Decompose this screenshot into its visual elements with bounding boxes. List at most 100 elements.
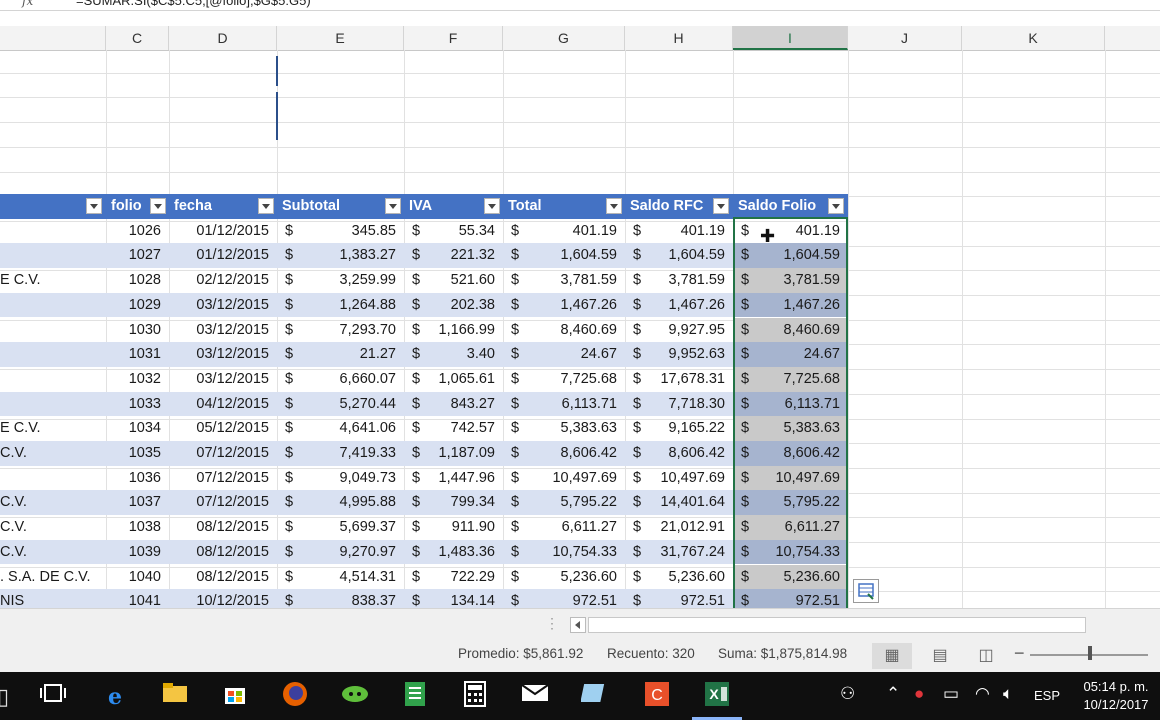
cell-name[interactable] xyxy=(0,392,106,417)
cell-total[interactable]: 1,467.26 xyxy=(503,293,625,318)
zoom-out-icon[interactable]: − xyxy=(1014,643,1025,664)
clock[interactable]: 05:14 p. m. 10/12/2017 xyxy=(1076,678,1156,714)
cell-total[interactable]: 8,460.69 xyxy=(503,318,625,343)
cloud-app-icon[interactable] xyxy=(338,680,372,714)
column-header-j[interactable]: J xyxy=(848,26,962,50)
cell-total[interactable]: 1,604.59 xyxy=(503,243,625,268)
cell-fecha[interactable]: 08/12/2015 xyxy=(169,540,277,565)
table-row[interactable]: 1030 03/12/2015 $7,293.70 $1,166.99 $8,460.6… xyxy=(0,317,848,343)
cell-saldo-rfc[interactable]: 8,606.42 xyxy=(625,441,733,466)
table-row[interactable]: 1031 03/12/2015 $21.27 $3.40 $24.67 $9,952.63… xyxy=(0,342,848,367)
cell-name[interactable]: . S.A. DE C.V. xyxy=(0,565,106,590)
cell-subtotal[interactable]: 9,270.97 xyxy=(277,540,404,565)
cell-fecha[interactable]: 08/12/2015 xyxy=(169,565,277,590)
quick-analysis-icon[interactable] xyxy=(853,579,879,603)
column-header-c[interactable]: C xyxy=(106,26,169,50)
cell-fecha[interactable]: 07/12/2015 xyxy=(169,466,277,491)
cell-fecha[interactable]: 01/12/2015 xyxy=(169,219,277,244)
filter-dropdown-icon[interactable] xyxy=(713,198,729,214)
cell-saldo-folio[interactable]: 5,383.63 xyxy=(733,416,848,441)
table-row[interactable]: E C.V. 1034 05/12/2015 $4,641.06 $742.57 $5,3… xyxy=(0,416,848,441)
cell-subtotal[interactable]: 1,264.88 xyxy=(277,293,404,318)
horizontal-scrollbar-thumb[interactable] xyxy=(588,617,1086,633)
cell-iva[interactable]: 911.90 xyxy=(404,515,503,540)
cell-iva[interactable]: 1,483.36 xyxy=(404,540,503,565)
antivirus-icon[interactable]: ● xyxy=(914,684,924,704)
normal-view-icon[interactable]: ▦ xyxy=(872,643,912,669)
page-layout-view-icon[interactable]: ▤ xyxy=(920,643,960,669)
cell-name[interactable] xyxy=(0,293,106,318)
cell-saldo-folio[interactable]: 8,460.69 xyxy=(733,318,848,343)
volume-icon[interactable]: 🔈︎ xyxy=(1003,684,1013,704)
status-sum[interactable]: Suma: $1,875,814.98 xyxy=(718,646,847,661)
filter-dropdown-icon[interactable] xyxy=(385,198,401,214)
filter-dropdown-icon[interactable] xyxy=(150,198,166,214)
column-header-i[interactable]: I xyxy=(733,26,848,50)
cell-name[interactable]: C.V. xyxy=(0,540,106,565)
file-explorer-icon[interactable] xyxy=(158,680,192,714)
cell-total[interactable]: 5,795.22 xyxy=(503,490,625,515)
cell-subtotal[interactable]: 1,383.27 xyxy=(277,243,404,268)
table-row[interactable]: C.V. 1035 07/12/2015 $7,419.33 $1,187.09 $8,6… xyxy=(0,441,848,466)
column-header-f[interactable]: F xyxy=(404,26,503,50)
show-hidden-icons-chevron-icon[interactable]: ⌃ xyxy=(886,684,900,704)
cell-saldo-folio[interactable]: 10,497.69 xyxy=(733,466,848,491)
cell-folio[interactable]: 1037 xyxy=(106,490,169,515)
cell-fecha[interactable]: 10/12/2015 xyxy=(169,589,277,608)
zoom-slider-thumb[interactable] xyxy=(1088,646,1092,660)
cell-iva[interactable]: 722.29 xyxy=(404,565,503,590)
column-header-k[interactable]: K xyxy=(962,26,1105,50)
cell-name[interactable]: E C.V. xyxy=(0,416,106,441)
cell-saldo-folio[interactable]: 10,754.33 xyxy=(733,540,848,565)
cell-fecha[interactable]: 03/12/2015 xyxy=(169,293,277,318)
cell-folio[interactable]: 1027 xyxy=(106,243,169,268)
cell-saldo-folio[interactable]: 6,611.27 xyxy=(733,515,848,540)
cell-subtotal[interactable]: 5,270.44 xyxy=(277,392,404,417)
cell-folio[interactable]: 1039 xyxy=(106,540,169,565)
filter-dropdown-icon[interactable] xyxy=(258,198,274,214)
cell-fecha[interactable]: 01/12/2015 xyxy=(169,243,277,268)
cell-saldo-folio[interactable]: 1,604.59 xyxy=(733,243,848,268)
cell-iva[interactable]: 134.14 xyxy=(404,589,503,608)
cell-iva[interactable]: 55.34 xyxy=(404,219,503,244)
splitter-handle[interactable]: ⋮ xyxy=(545,615,559,632)
cell-name[interactable] xyxy=(0,243,106,268)
cell-total[interactable]: 24.67 xyxy=(503,342,625,367)
language-indicator[interactable]: ESP xyxy=(1034,688,1060,703)
cell-name[interactable] xyxy=(0,219,106,244)
cell-iva[interactable]: 843.27 xyxy=(404,392,503,417)
cell-iva[interactable]: 799.34 xyxy=(404,490,503,515)
cell-fecha[interactable]: 05/12/2015 xyxy=(169,416,277,441)
wifi-icon[interactable]: ◠ xyxy=(975,684,990,704)
cell-fecha[interactable]: 07/12/2015 xyxy=(169,441,277,466)
cell-iva[interactable]: 1,187.09 xyxy=(404,441,503,466)
cell-total[interactable]: 3,781.59 xyxy=(503,268,625,293)
table-row[interactable]: C.V. 1037 07/12/2015 $4,995.88 $799.34 $5,795… xyxy=(0,490,848,516)
table-row[interactable]: C.V. 1039 08/12/2015 $9,270.97 $1,483.36 $10,… xyxy=(0,539,848,565)
cell-saldo-rfc[interactable]: 10,497.69 xyxy=(625,466,733,491)
cell-folio[interactable]: 1036 xyxy=(106,466,169,491)
task-view-icon[interactable] xyxy=(36,680,70,714)
cell-saldo-folio[interactable]: 8,606.42 xyxy=(733,441,848,466)
cell-subtotal[interactable]: 4,641.06 xyxy=(277,416,404,441)
camtasia-icon[interactable]: C xyxy=(640,680,674,714)
status-average[interactable]: Promedio: $5,861.92 xyxy=(458,646,583,661)
table-row[interactable]: 1026 01/12/2015 $345.85 $55.34 $401.19 $401.1… xyxy=(0,219,848,244)
cell-folio[interactable]: 1028 xyxy=(106,268,169,293)
cell-subtotal[interactable]: 7,293.70 xyxy=(277,318,404,343)
firefox-icon[interactable] xyxy=(278,680,312,714)
cell-subtotal[interactable]: 4,995.88 xyxy=(277,490,404,515)
cell-fecha[interactable]: 03/12/2015 xyxy=(169,367,277,392)
cell-iva[interactable]: 202.38 xyxy=(404,293,503,318)
cell-saldo-folio[interactable]: 5,236.60 xyxy=(733,565,848,590)
store-icon[interactable] xyxy=(218,680,252,714)
search-icon[interactable]: ▯ xyxy=(0,680,20,714)
cell-saldo-folio[interactable]: 972.51 xyxy=(733,589,848,608)
filter-dropdown-icon[interactable] xyxy=(86,198,102,214)
cell-saldo-folio[interactable]: 401.19 xyxy=(733,219,848,244)
cell-saldo-folio[interactable]: 7,725.68 xyxy=(733,367,848,392)
column-header-h[interactable]: H xyxy=(625,26,733,50)
cell-folio[interactable]: 1038 xyxy=(106,515,169,540)
cell-total[interactable]: 972.51 xyxy=(503,589,625,608)
cell-subtotal[interactable]: 5,699.37 xyxy=(277,515,404,540)
